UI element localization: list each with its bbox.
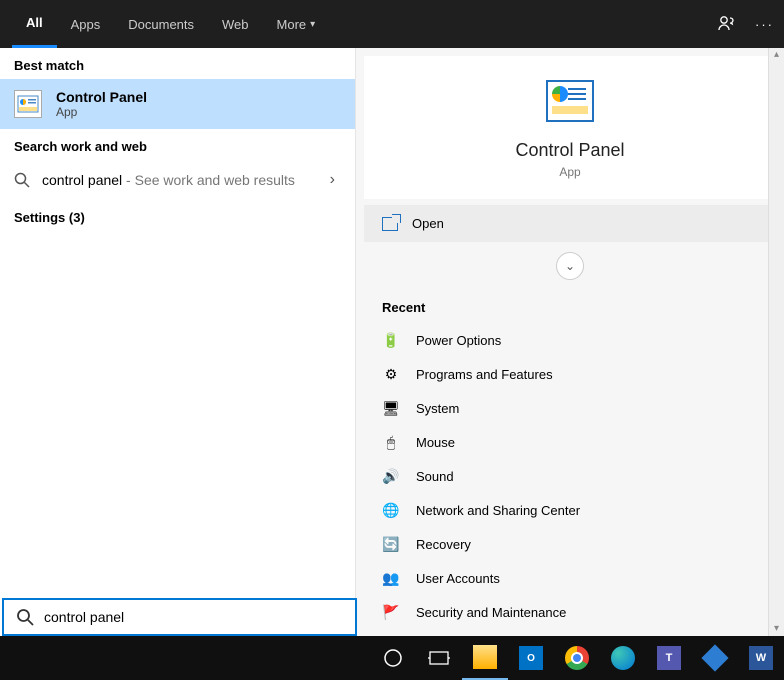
preview-title: Control Panel [364,140,776,161]
recent-item[interactable]: 👥User Accounts [364,561,776,595]
search-filter-tabs: All Apps Documents Web More▾ ··· [0,0,784,48]
search-bar [2,598,357,636]
outlook-icon[interactable]: O [508,636,554,680]
cortana-icon[interactable] [370,636,416,680]
scrollbar[interactable]: ▴ ▾ [768,48,784,636]
tab-more[interactable]: More▾ [263,0,330,48]
taskbar: O T W [0,636,784,680]
recovery-icon: 🔄 [382,535,400,553]
security-icon: 🚩 [382,603,400,621]
search-icon [14,172,30,188]
search-web-heading: Search work and web [0,129,355,160]
recent-item[interactable]: 🔊Sound [364,459,776,493]
preview-panel: Control Panel App Open ⌄ Recent 🔋Power O… [355,48,784,636]
file-explorer-icon[interactable] [462,636,508,680]
chevron-down-icon: ▾ [310,19,315,30]
result-title: Control Panel [56,89,147,105]
recent-item[interactable]: ⚙Programs and Features [364,357,776,391]
open-action[interactable]: Open [364,205,776,242]
recent-item[interactable]: 🖥System [364,391,776,425]
control-panel-large-icon [546,80,594,122]
tab-apps[interactable]: Apps [57,0,115,48]
recent-heading: Recent [364,290,776,323]
chevron-right-icon: › [330,171,335,189]
teams-icon[interactable]: T [646,636,692,680]
system-icon: 🖥 [382,399,400,417]
search-input[interactable] [44,609,343,625]
recent-item[interactable]: 🔋Power Options [364,323,776,357]
web-hint: - See work and web results [122,172,295,188]
preview-subtitle: App [364,165,776,179]
search-icon [16,608,34,626]
open-icon [382,217,398,231]
web-query: control panel [42,172,122,188]
web-search-result[interactable]: control panel - See work and web results… [0,160,355,200]
tab-web[interactable]: Web [208,0,263,48]
expand-button[interactable]: ⌄ [556,252,584,280]
network-icon: 🌐 [382,501,400,519]
best-match-result[interactable]: Control Panel App [0,79,355,129]
task-view-icon[interactable] [416,636,462,680]
visual-studio-icon[interactable] [692,636,738,680]
recent-item[interactable]: 🚩Security and Maintenance [364,595,776,629]
power-icon: 🔋 [382,331,400,349]
programs-icon: ⚙ [382,365,400,383]
tab-documents[interactable]: Documents [114,0,208,48]
recent-item[interactable]: 🔄Recovery [364,527,776,561]
result-subtitle: App [56,105,147,119]
word-icon[interactable]: W [738,636,784,680]
results-panel: Best match Control Panel App Search work… [0,48,355,636]
best-match-heading: Best match [0,48,355,79]
sound-icon: 🔊 [382,467,400,485]
tab-all[interactable]: All [12,0,57,48]
users-icon: 👥 [382,569,400,587]
control-panel-icon [14,90,42,118]
preview-card: Control Panel App [364,56,776,199]
open-label: Open [412,216,444,231]
scroll-up-icon[interactable]: ▴ [769,48,784,62]
settings-results[interactable]: Settings (3) [0,200,355,235]
more-options-icon[interactable]: ··· [755,17,774,32]
mouse-icon: 🖱 [382,433,400,451]
edge-icon[interactable] [600,636,646,680]
scroll-down-icon[interactable]: ▾ [769,622,784,636]
recent-item[interactable]: 🌐Network and Sharing Center [364,493,776,527]
feedback-icon[interactable] [717,14,737,34]
chrome-icon[interactable] [554,636,600,680]
recent-item[interactable]: 🖱Mouse [364,425,776,459]
